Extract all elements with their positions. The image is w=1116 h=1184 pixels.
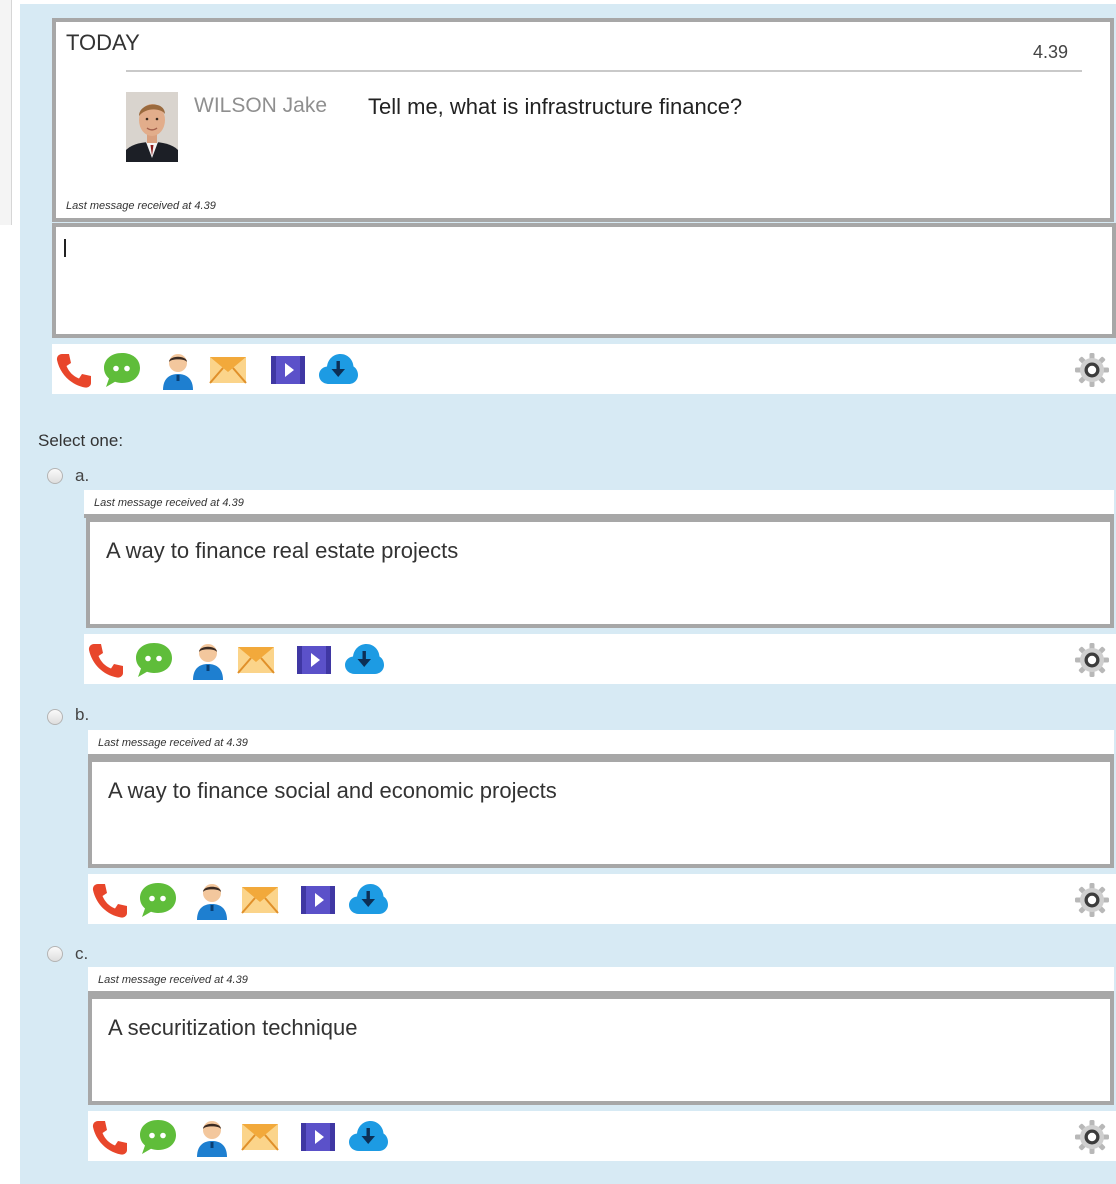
avatar (126, 92, 178, 162)
option-a-text: A way to finance real estate projects (106, 538, 459, 563)
option-c-text: A securitization technique (108, 1015, 358, 1040)
option-c-last-message: Last message received at 4.39 (98, 974, 248, 986)
cloud-download-icon[interactable] (318, 350, 358, 390)
option-b-letter: b. (75, 705, 90, 724)
user-icon[interactable] (158, 350, 198, 390)
option-a-status-strip: Last message received at 4.39 (84, 490, 1114, 518)
user-icon[interactable] (192, 1117, 232, 1157)
cloud-download-icon[interactable] (344, 640, 384, 680)
divider (126, 70, 1082, 72)
option-b-toolbar (88, 874, 1116, 924)
mail-icon[interactable] (208, 350, 248, 390)
reply-input[interactable] (52, 223, 1116, 338)
mail-icon[interactable] (240, 1117, 280, 1157)
chat-toolbar (52, 344, 1116, 394)
option-a-radio[interactable] (47, 468, 63, 484)
chat-message: Tell me, what is infrastructure finance? (368, 94, 743, 119)
message-time: 4.39 (1032, 42, 1068, 62)
user-icon[interactable] (188, 640, 228, 680)
cloud-download-icon[interactable] (348, 880, 388, 920)
option-b-text: A way to finance social and economic pro… (108, 778, 557, 803)
option-c-toolbar (88, 1111, 1116, 1161)
sender-name: WILSON Jake (194, 94, 328, 117)
video-icon[interactable] (298, 880, 338, 920)
phone-icon[interactable] (54, 350, 94, 390)
cloud-download-icon[interactable] (348, 1117, 388, 1157)
chat-window: TODAY 4.39 WILSON Jake Tell me, what is … (52, 18, 1114, 222)
phone-icon[interactable] (86, 640, 126, 680)
option-c-radio[interactable] (47, 946, 63, 962)
video-icon[interactable] (294, 640, 334, 680)
day-label: TODAY (66, 30, 140, 55)
phone-icon[interactable] (90, 1117, 130, 1157)
chat-bubble-icon[interactable] (138, 880, 178, 920)
option-a-last-message: Last message received at 4.39 (94, 497, 244, 509)
gear-icon[interactable] (1074, 352, 1110, 388)
chat-bubble-icon[interactable] (138, 1117, 178, 1157)
last-message-status: Last message received at 4.39 (66, 200, 216, 212)
video-icon[interactable] (298, 1117, 338, 1157)
user-icon[interactable] (192, 880, 232, 920)
text-caret (64, 239, 66, 257)
gear-icon[interactable] (1074, 1119, 1110, 1155)
option-b-radio[interactable] (47, 709, 63, 725)
mail-icon[interactable] (236, 640, 276, 680)
mail-icon[interactable] (240, 880, 280, 920)
option-c-letter: c. (75, 944, 89, 963)
option-a-answer-box[interactable]: A way to finance real estate projects (86, 518, 1114, 628)
option-b-last-message: Last message received at 4.39 (98, 737, 248, 749)
option-a-letter: a. (75, 466, 90, 485)
chat-bubble-icon[interactable] (102, 350, 142, 390)
gear-icon[interactable] (1074, 642, 1110, 678)
option-a-toolbar (84, 634, 1116, 684)
option-b-answer-box[interactable]: A way to finance social and economic pro… (88, 758, 1114, 868)
option-c-status-strip: Last message received at 4.39 (88, 967, 1114, 995)
phone-icon[interactable] (90, 880, 130, 920)
left-sidebar-edge (0, 0, 12, 225)
gear-icon[interactable] (1074, 882, 1110, 918)
option-c-answer-box[interactable]: A securitization technique (88, 995, 1114, 1105)
video-icon[interactable] (268, 350, 308, 390)
question-prompt: Select one: (38, 431, 124, 450)
chat-bubble-icon[interactable] (134, 640, 174, 680)
option-b-status-strip: Last message received at 4.39 (88, 730, 1114, 758)
